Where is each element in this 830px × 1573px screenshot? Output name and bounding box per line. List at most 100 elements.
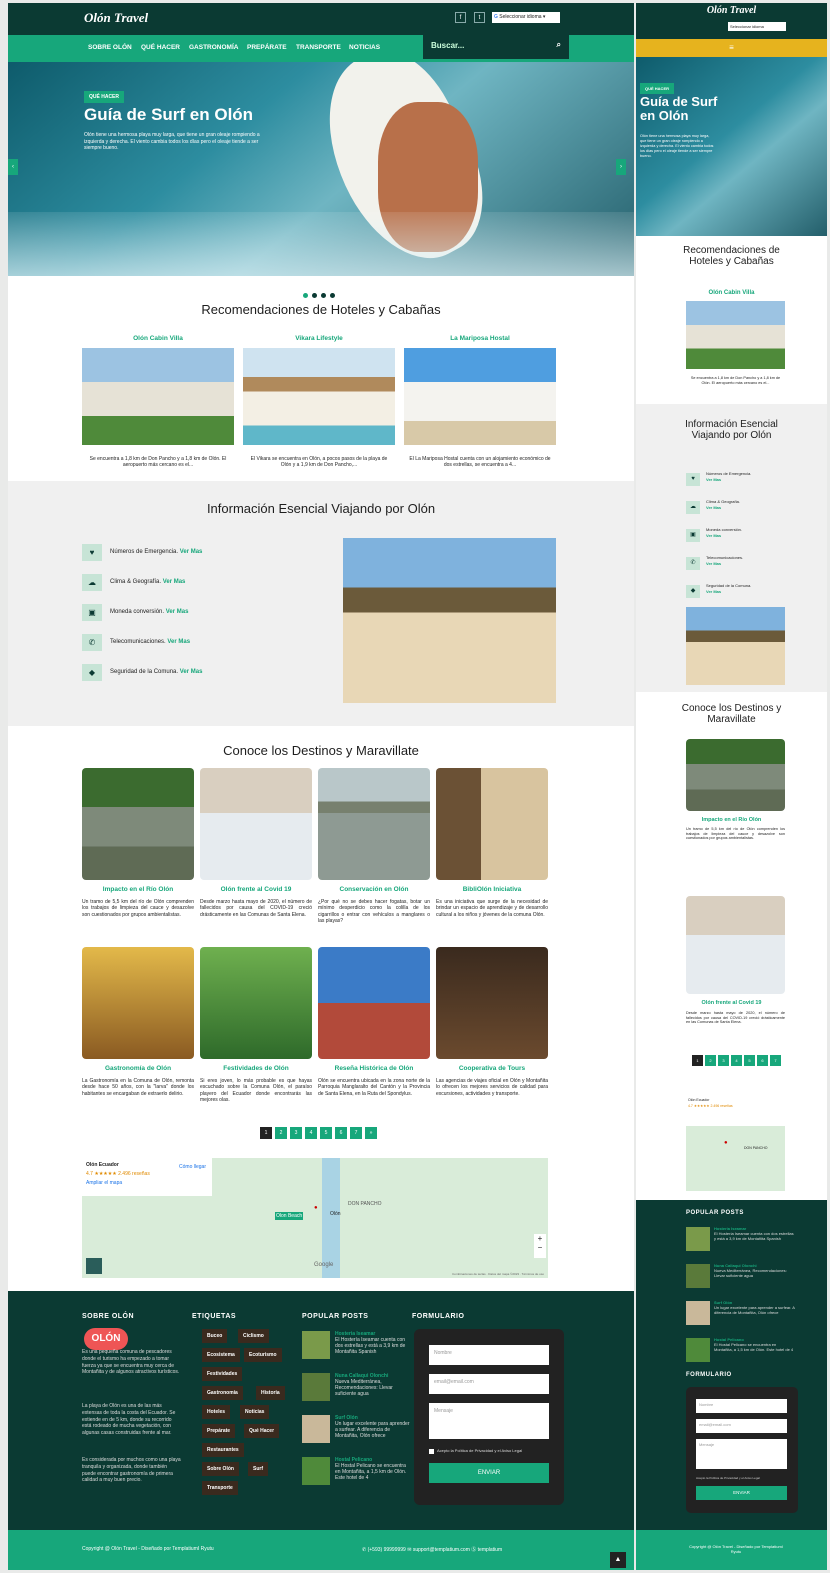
hotel-name[interactable]: Olón Cabin Villa — [82, 335, 234, 342]
mobile-info-item[interactable]: Números de Emergencia. Ver Mas — [706, 471, 751, 483]
slider-dot[interactable] — [321, 293, 326, 298]
slider-dot[interactable] — [330, 293, 335, 298]
destination-name[interactable]: Gastronomía de Olón — [82, 1065, 194, 1072]
mobile-map-embed[interactable]: Olón Ecuador 4.7 ★★★★★ 2.496 reseñas ● D… — [686, 1096, 785, 1191]
mobile-hotel-photo[interactable] — [686, 301, 785, 369]
post-item[interactable]: Hosteria Iseamar El Hostería Iseamar cuen… — [335, 1331, 410, 1355]
nav-gastronomia[interactable]: GASTRONOMÍA — [189, 44, 238, 51]
tag-link[interactable]: Ecosistema — [202, 1348, 240, 1362]
mobile-info-item[interactable]: Moneda conversión. Ver Mas — [706, 527, 742, 539]
destination-name[interactable]: Cooperativa de Tours — [436, 1065, 548, 1072]
info-item[interactable]: Telecomunicaciones. Ver Mas — [110, 639, 190, 645]
map-enlarge-link[interactable]: Ampliar el mapa — [86, 1180, 208, 1186]
map-embed[interactable]: Olón Ecuador 4.7 ★★★★★ 2.496 reseñas Amp… — [82, 1158, 548, 1278]
destination-name[interactable]: Conservación en Olón — [318, 886, 430, 893]
info-item[interactable]: Seguridad de la Comuna. Ver Mas — [110, 669, 202, 675]
mobile-email-field[interactable]: email@email.com — [696, 1419, 787, 1433]
name-field[interactable]: Nombre — [429, 1345, 549, 1365]
mobile-hotel-name[interactable]: Olón Cabin Villa — [636, 290, 827, 296]
send-button[interactable]: ENVIAR — [429, 1463, 549, 1483]
mobile-post-thumbnail[interactable] — [686, 1338, 710, 1362]
tag-link[interactable]: Ciclismo — [238, 1329, 269, 1343]
mobile-hero-title[interactable]: Guía de Surf en Olón — [640, 95, 730, 122]
destination-photo[interactable] — [318, 768, 430, 880]
mobile-page-button[interactable]: 1 — [692, 1055, 703, 1066]
slider-next-arrow[interactable]: › — [616, 159, 626, 175]
hotel-name[interactable]: La Mariposa Hostal — [404, 335, 556, 342]
page-button[interactable]: 3 — [290, 1127, 302, 1139]
zoom-in-button[interactable]: + — [534, 1234, 546, 1243]
info-item[interactable]: Moneda conversión. Ver Mas — [110, 609, 188, 615]
mobile-info-item[interactable]: Clima & Geografía. Ver Mas — [706, 499, 740, 511]
search-input[interactable]: Buscar... ⌕ — [423, 35, 569, 59]
next-page-button[interactable]: » — [365, 1127, 377, 1139]
destination-photo[interactable] — [82, 768, 194, 880]
map-layer-toggle[interactable] — [86, 1258, 102, 1274]
tag-link[interactable]: Gastronomía — [202, 1386, 243, 1400]
mobile-page-button[interactable]: 7 — [770, 1055, 781, 1066]
mobile-name-field[interactable]: Nombre — [696, 1399, 787, 1413]
tag-link[interactable]: Transporte — [202, 1481, 238, 1495]
post-thumbnail[interactable] — [302, 1457, 330, 1485]
mobile-info-more-link[interactable]: Ver Mas — [706, 533, 721, 538]
post-item[interactable]: Nuna Callaqui Olonchi Nueva Mediterránea,… — [335, 1373, 410, 1397]
site-logo[interactable]: Olón Travel — [84, 10, 148, 26]
mobile-hero-badge[interactable]: QUÉ HACER — [640, 83, 675, 94]
message-field[interactable]: Mensaje — [429, 1403, 549, 1439]
tag-link[interactable]: Prepárate — [202, 1424, 236, 1438]
tag-link[interactable]: Noticias — [240, 1405, 270, 1419]
mobile-info-more-link[interactable]: Ver Mas — [706, 589, 721, 594]
page-button[interactable]: 4 — [305, 1127, 317, 1139]
mobile-menu-toggle[interactable]: ≡ — [636, 39, 827, 57]
mobile-info-more-link[interactable]: Ver Mas — [706, 505, 721, 510]
hotel-name[interactable]: Vikara Lifestyle — [243, 335, 395, 342]
page-button[interactable]: 2 — [275, 1127, 287, 1139]
info-item[interactable]: Clima & Geografía. Ver Mas — [110, 579, 185, 585]
mobile-message-field[interactable]: Mensaje — [696, 1439, 787, 1469]
info-item[interactable]: Números de Emergencia. Ver Mas — [110, 549, 202, 555]
destination-photo[interactable] — [200, 768, 312, 880]
mobile-info-more-link[interactable]: Ver Mas — [706, 477, 721, 482]
facebook-icon[interactable]: f — [455, 12, 466, 23]
nav-transporte[interactable]: TRANSPORTE — [296, 44, 341, 51]
tag-link[interactable]: Qué Hacer — [244, 1424, 280, 1438]
mobile-destination-name[interactable]: Olón frente al Covid 19 — [636, 1000, 827, 1006]
hotel-photo[interactable] — [82, 348, 234, 445]
hero-badge[interactable]: QUÉ HACER — [84, 91, 125, 103]
agree-checkbox[interactable] — [429, 1449, 434, 1454]
mobile-map-pin-icon[interactable]: ● — [724, 1140, 728, 1146]
tag-link[interactable]: Surf — [248, 1462, 268, 1476]
page-button[interactable]: 6 — [335, 1127, 347, 1139]
tag-link[interactable]: Buceo — [202, 1329, 228, 1343]
post-item[interactable]: Hostal Pelicano El Hostal Pelicano se enc… — [335, 1457, 410, 1481]
post-item[interactable]: Surf Olón Un lugar excelente para aprende… — [335, 1415, 410, 1439]
twitter-icon[interactable]: t — [474, 12, 485, 23]
mobile-language-select[interactable]: Seleccionar idioma — [728, 22, 786, 31]
mobile-info-item[interactable]: Telecomunicaciones. Ver Mas — [706, 555, 743, 567]
back-to-top-button[interactable]: ▲ — [610, 1552, 626, 1568]
post-thumbnail[interactable] — [302, 1373, 330, 1401]
zoom-out-button[interactable]: − — [534, 1243, 546, 1252]
mobile-page-button[interactable]: 6 — [757, 1055, 768, 1066]
mobile-post-item[interactable]: Surf Olón Un lugar excelente para aprende… — [714, 1300, 796, 1315]
destination-name[interactable]: Reseña Histórica de Olón — [318, 1065, 430, 1072]
mobile-destination-name[interactable]: Impacto en el Río Olón — [636, 817, 827, 823]
nav-que-hacer[interactable]: QUÉ HACER — [141, 44, 180, 51]
destination-photo[interactable] — [318, 947, 430, 1059]
mobile-post-item[interactable]: Nuna Callaqui Olonchi Nueva Mediterránea,… — [714, 1263, 796, 1278]
destination-name[interactable]: Olón frente al Covid 19 — [200, 886, 312, 893]
post-thumbnail[interactable] — [302, 1331, 330, 1359]
nav-noticias[interactable]: NOTICIAS — [349, 44, 380, 51]
info-more-link[interactable]: Ver Mas — [167, 639, 190, 645]
mobile-info-more-link[interactable]: Ver Mas — [706, 561, 721, 566]
phone-text[interactable]: (+593) 99999999 — [368, 1547, 406, 1553]
info-more-link[interactable]: Ver Mas — [163, 579, 186, 585]
destination-name[interactable]: Impacto en el Río Olón — [82, 886, 194, 893]
mobile-page-button[interactable]: 2 — [705, 1055, 716, 1066]
language-select[interactable]: G Seleccionar idioma ▾ — [492, 12, 560, 23]
tag-link[interactable]: Ecoturismo — [244, 1348, 282, 1362]
hotel-photo[interactable] — [404, 348, 556, 445]
destination-photo[interactable] — [436, 768, 548, 880]
mobile-page-button[interactable]: 3 — [718, 1055, 729, 1066]
mobile-page-button[interactable]: 4 — [731, 1055, 742, 1066]
